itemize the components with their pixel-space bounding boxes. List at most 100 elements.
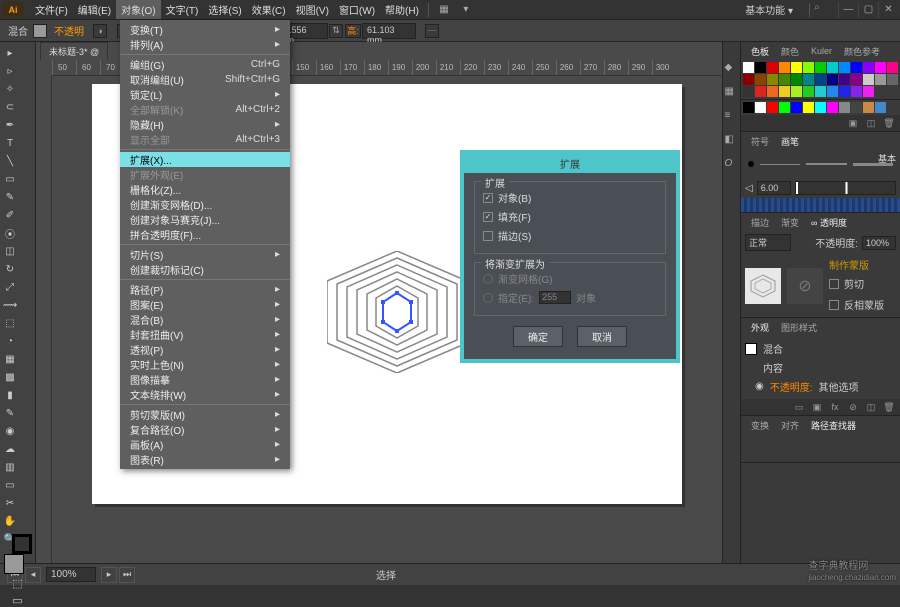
- layout-icon[interactable]: ▦: [435, 2, 453, 18]
- stroke-panel-icon[interactable]: ≡: [725, 110, 739, 124]
- brush-preset-thin[interactable]: [806, 163, 846, 165]
- blend-mode-select[interactable]: 正常: [745, 234, 791, 251]
- add-stroke-icon[interactable]: ▭: [792, 401, 806, 413]
- clip-checkbox[interactable]: [829, 279, 839, 289]
- color-panel-icon[interactable]: ◆: [725, 62, 739, 76]
- menu-文字[interactable]: 文字(T): [161, 0, 204, 19]
- menu-item[interactable]: 创建裁切标记(C): [120, 262, 290, 277]
- next-artboard-icon[interactable]: ▸: [101, 567, 117, 583]
- menu-item[interactable]: 画板(A)▸: [120, 437, 290, 452]
- menu-item[interactable]: 栅格化(Z)...: [120, 182, 290, 197]
- type-tool[interactable]: T: [2, 135, 18, 151]
- duplicate-icon[interactable]: ◫: [864, 401, 878, 413]
- workspace-preset[interactable]: 基本功能 ▾: [739, 0, 799, 19]
- swatch[interactable]: [863, 102, 874, 113]
- swatch[interactable]: [875, 62, 886, 73]
- lasso-tool[interactable]: ⊂: [2, 99, 18, 115]
- swatch[interactable]: [743, 74, 754, 85]
- pencil-tool[interactable]: ✐: [2, 207, 18, 223]
- menu-窗口[interactable]: 窗口(W): [334, 0, 380, 19]
- swatch[interactable]: [863, 74, 874, 85]
- swatch[interactable]: [803, 62, 814, 73]
- swatch[interactable]: [755, 86, 766, 97]
- mask-thumbnail[interactable]: ⊘: [787, 268, 823, 304]
- brush-tool[interactable]: ✎: [2, 189, 18, 205]
- shape-builder-tool[interactable]: ◔: [2, 333, 18, 349]
- menu-选择[interactable]: 选择(S): [203, 0, 246, 19]
- hexagon-blend-object[interactable]: [327, 251, 467, 373]
- graph-tool[interactable]: ▥: [2, 459, 18, 475]
- swatch[interactable]: [755, 62, 766, 73]
- panel-tab[interactable]: 对齐: [775, 417, 805, 434]
- screen-mode-icon[interactable]: ▭: [3, 594, 33, 607]
- swatch[interactable]: [791, 86, 802, 97]
- menu-item[interactable]: 编组(G)Ctrl+G: [120, 57, 290, 72]
- swatch[interactable]: [803, 86, 814, 97]
- opacity-link[interactable]: 不透明: [54, 23, 84, 38]
- menu-对象[interactable]: 对象(O): [116, 0, 160, 19]
- swatch[interactable]: [851, 74, 862, 85]
- selection-tool[interactable]: ▸: [2, 45, 18, 61]
- menu-item[interactable]: 扩展(X)...: [120, 152, 290, 167]
- height-field[interactable]: 61.103 mm: [362, 23, 416, 39]
- rect-tool[interactable]: ▭: [2, 171, 18, 187]
- menu-视图[interactable]: 视图(V): [291, 0, 334, 19]
- swatch[interactable]: [815, 62, 826, 73]
- appearance-content[interactable]: 内容: [763, 360, 783, 375]
- cancel-button[interactable]: 取消: [577, 326, 627, 347]
- hand-tool[interactable]: ✋: [2, 513, 18, 529]
- menu-item[interactable]: 图表(R)▸: [120, 452, 290, 467]
- menu-item[interactable]: 实时上色(N)▸: [120, 357, 290, 372]
- swatch[interactable]: [851, 62, 862, 73]
- recolor-icon[interactable]: ◑: [93, 24, 107, 38]
- more-options-icon[interactable]: ⋯: [425, 24, 439, 38]
- ok-button[interactable]: 确定: [513, 326, 563, 347]
- visibility-icon[interactable]: ◉: [755, 381, 764, 392]
- panel-tab[interactable]: 画笔: [775, 133, 805, 150]
- swatch[interactable]: [851, 102, 862, 113]
- panel-tab[interactable]: 外观: [745, 319, 775, 336]
- menu-item[interactable]: 变换(T)▸: [120, 22, 290, 37]
- menu-item[interactable]: 混合(B)▸: [120, 312, 290, 327]
- wand-tool[interactable]: ✧: [2, 81, 18, 97]
- stroke-swatch[interactable]: [12, 534, 32, 554]
- panel-tab[interactable]: 颜色参考: [838, 43, 886, 60]
- new-swatch-icon[interactable]: ◫: [864, 117, 878, 129]
- swatch[interactable]: [839, 102, 850, 113]
- eyedropper-tool[interactable]: ✎: [2, 405, 18, 421]
- menu-item[interactable]: 剪切蒙版(M)▸: [120, 407, 290, 422]
- menu-文件[interactable]: 文件(F): [30, 0, 73, 19]
- make-mask-button[interactable]: 制作蒙版: [829, 257, 884, 272]
- swatch[interactable]: [839, 74, 850, 85]
- swatch[interactable]: [791, 102, 802, 113]
- swatch[interactable]: [743, 102, 754, 113]
- swatch[interactable]: [767, 62, 778, 73]
- new-group-icon[interactable]: ▣: [846, 117, 860, 129]
- eraser-tool[interactable]: ◫: [2, 243, 18, 259]
- panel-tab[interactable]: ∞ 透明度: [805, 214, 853, 231]
- swatch[interactable]: [779, 102, 790, 113]
- swatch[interactable]: [875, 102, 886, 113]
- swatch[interactable]: [779, 74, 790, 85]
- gradient-panel-icon[interactable]: ◧: [725, 134, 739, 148]
- panel-tab[interactable]: 符号: [745, 133, 775, 150]
- object-checkbox[interactable]: [483, 193, 493, 203]
- menu-item[interactable]: 排列(A)▸: [120, 37, 290, 52]
- panel-tab[interactable]: 渐变: [775, 214, 805, 231]
- swatch[interactable]: [875, 74, 886, 85]
- menu-item[interactable]: 文本绕排(W)▸: [120, 387, 290, 402]
- panel-tab[interactable]: 颜色: [775, 43, 805, 60]
- symbol-tool[interactable]: ☁: [2, 441, 18, 457]
- invert-checkbox[interactable]: [829, 300, 839, 310]
- menu-编辑[interactable]: 编辑(E): [73, 0, 116, 19]
- swatch[interactable]: [779, 62, 790, 73]
- stroke-checkbox[interactable]: [483, 231, 493, 241]
- swatch[interactable]: [779, 86, 790, 97]
- swatch[interactable]: [743, 86, 754, 97]
- artboard-tool[interactable]: ▭: [2, 477, 18, 493]
- clear-icon[interactable]: ⊘: [846, 401, 860, 413]
- last-artboard-icon[interactable]: ⏭: [119, 567, 135, 583]
- line-tool[interactable]: ╲: [2, 153, 18, 169]
- opacity-field[interactable]: 100%: [862, 236, 896, 250]
- swatch[interactable]: [803, 74, 814, 85]
